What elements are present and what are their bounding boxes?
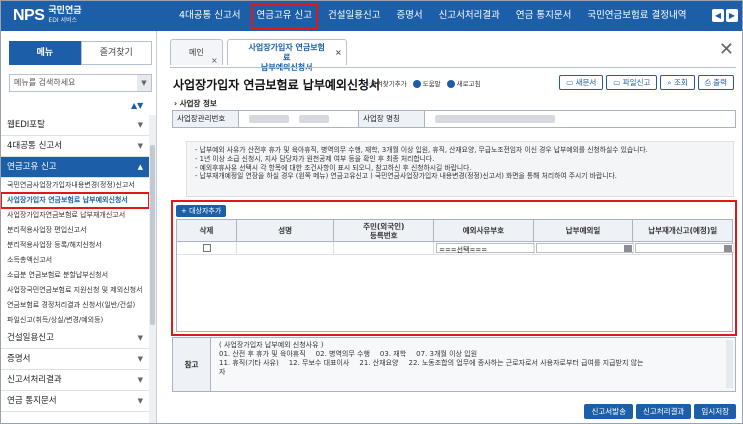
help-icon <box>412 80 421 88</box>
chevron-down-icon: ▼ <box>137 121 143 129</box>
expand-collapse-icon[interactable]: ▲▼ <box>131 101 143 110</box>
top-bar: NPS 국민연금 EDI 서비스 4대공통 신고서 연금고유 신고 건설일용신고… <box>1 1 742 31</box>
name-cell[interactable] <box>237 242 335 254</box>
sidebar-sub-item[interactable]: 분리적용사업장 등록/해지신청서 <box>1 238 149 253</box>
sidebar-item-pension-own[interactable]: 연금고유 신고 ▲ <box>1 157 149 178</box>
report-result-button[interactable]: 신고처리결과 <box>635 404 692 419</box>
print-button[interactable]: ⎙ 출력 <box>697 75 734 90</box>
nav-item-common[interactable]: 4대공통 신고서 <box>171 1 249 31</box>
subject-grid: 삭제 성명 주민(외국인) 등록번호 예외사유부호 납부예외일 납부재개신고(예정… <box>176 219 734 332</box>
nav-prev-icon[interactable]: ◀ <box>712 9 724 22</box>
sidebar-sub-item[interactable]: 소급분 연금보험료 분할납부신청서 <box>1 268 149 283</box>
col-id: 주민(외국인) 등록번호 <box>334 220 435 241</box>
reference-scrollbar[interactable] <box>726 340 733 388</box>
new-document-button[interactable]: ▭ 새문서 <box>559 75 604 90</box>
col-name: 성명 <box>237 220 335 241</box>
file-report-button[interactable]: ▭ 파일신고 <box>606 75 658 90</box>
app-window: NPS 국민연금 EDI 서비스 4대공통 신고서 연금고유 신고 건설일용신고… <box>0 0 743 424</box>
favorite-add-link[interactable]: ☆즐겨찾기추가 <box>365 78 407 88</box>
sidebar-item-certificate[interactable]: 증명서 ▼ <box>1 349 149 370</box>
label-mgmt-no: 사업장관리번호 <box>173 111 239 127</box>
sidebar: 메뉴 즐겨찾기 메뉴를 검색하세요 ▼ ▲▼ 웹EDI포탈 ▼ 4대공통 신고서 ▼… <box>1 31 157 423</box>
subject-grid-section: + 대상자추가 삭제 성명 주민(외국인) 등록번호 예외사유부호 납부예외일 납… <box>171 200 737 336</box>
send-report-button[interactable]: 신고서발송 <box>584 404 633 419</box>
logo-sub2: EDI 서비스 <box>48 17 78 24</box>
chevron-up-icon: ▲ <box>137 163 143 171</box>
temp-save-button[interactable]: 임시저장 <box>694 404 736 419</box>
col-reason: 예외사유부호 <box>434 220 534 241</box>
close-icon[interactable]: × <box>211 48 218 74</box>
workplace-info: 사업장관리번호 사업장 명칭 <box>172 110 736 128</box>
tab-menu[interactable]: 메뉴 <box>9 41 81 65</box>
col-delete: 삭제 <box>177 220 237 241</box>
sidebar-sub-item[interactable]: 사업장가입자연금보험료 납부재개신고서 <box>1 208 149 223</box>
tab-favorites[interactable]: 즐겨찾기 <box>80 41 152 65</box>
help-link[interactable]: 도움말 <box>412 78 441 88</box>
sidebar-item-result[interactable]: 신고서처리결과 ▼ <box>1 370 149 391</box>
sidebar-sub-item[interactable]: 파일신고(취득/상실/변경/예외등) <box>1 313 149 328</box>
logo-mark: NPS <box>13 7 45 24</box>
delete-checkbox[interactable] <box>203 244 211 252</box>
exception-date-input[interactable] <box>535 243 635 253</box>
reason-select[interactable]: ===선택=== <box>436 243 535 254</box>
label-workplace-name: 사업장 명칭 <box>359 111 425 127</box>
chevron-down-icon[interactable]: ▼ <box>137 75 151 91</box>
chevron-down-icon: ▼ <box>137 397 143 405</box>
menu-list: 웹EDI포탈 ▼ 4대공통 신고서 ▼ 연금고유 신고 ▲ 국민연금사업장가입자내용변… <box>1 115 150 412</box>
resume-date-input[interactable] <box>635 243 734 253</box>
refresh-link[interactable]: 새로고침 <box>446 78 481 88</box>
col-resume-date: 납부재개신고(예정)일 <box>648 226 718 235</box>
sidebar-item-common[interactable]: 4대공통 신고서 ▼ <box>1 136 149 157</box>
chevron-down-icon: ▼ <box>137 334 143 342</box>
main-content: 메인 × 사업장가입자 연금보험료 납부예외신청서 × ✕ 사업장가입자 연금보험… <box>158 31 742 423</box>
nav-item-construction[interactable]: 건설일용신고 <box>320 1 388 31</box>
value-workplace-name <box>425 111 735 127</box>
section-label: › 사업장 정보 <box>174 99 217 108</box>
nps-logo[interactable]: NPS 국민연금 EDI 서비스 <box>13 6 82 26</box>
reference-box: 참고 ( 사업장가입자 납부예외 신청사유 ) 01. 산전 후 휴가 및 육아… <box>172 337 736 392</box>
nav-item-notice[interactable]: 연금 통지문서 <box>508 1 579 31</box>
sidebar-item-construction[interactable]: 건설일용신고 ▼ <box>1 328 149 349</box>
value-mgmt-no <box>239 111 359 127</box>
top-nav: 4대공통 신고서 연금고유 신고 건설일용신고 증명서 신고서처리결과 연금 통… <box>171 1 695 31</box>
notice-box: - 납부예외 사유가 산전후 휴가 및 육아휴직, 병역의무 수행, 재학, 3… <box>186 141 734 197</box>
search-button[interactable]: ⌕ 조회 <box>660 75 695 90</box>
page-title: 사업장가입자 연금보험료 납부예외신청서 <box>173 78 381 92</box>
nav-item-pension-own[interactable]: 연금고유 신고 <box>249 1 320 31</box>
nav-next-icon[interactable]: ▶ <box>726 9 738 22</box>
nav-item-result[interactable]: 신고서처리결과 <box>431 1 508 31</box>
calendar-icon[interactable] <box>724 245 732 252</box>
sidebar-sub-item[interactable]: 사업장국민연금보험료 지원신청 및 제외신청서 <box>1 283 149 298</box>
close-icon[interactable]: ✕ <box>719 39 734 60</box>
sidebar-sub-item[interactable]: 국민연금사업장가입자내용변경(정정)신고서 <box>1 178 149 193</box>
close-icon[interactable]: × <box>335 48 342 58</box>
calendar-icon[interactable] <box>624 245 633 252</box>
tab-active-form[interactable]: 사업장가입자 연금보험료 납부예외신청서 × <box>226 39 347 72</box>
sidebar-item-notice[interactable]: 연금 통지문서 ▼ <box>1 391 149 412</box>
chevron-down-icon: ▼ <box>137 376 143 384</box>
col-exception-date: 납부예외일 <box>534 220 634 241</box>
nav-item-premium[interactable]: 국민연금보험료 결정내역 <box>579 1 694 31</box>
tab-main[interactable]: 메인 × <box>170 39 223 65</box>
chevron-down-icon: ▼ <box>137 142 143 150</box>
sidebar-sub-item[interactable]: 연금보험료 경정처리결과 신청서(일반/건설) <box>1 298 149 313</box>
menu-search-input[interactable]: 메뉴를 검색하세요 ▼ <box>9 74 152 92</box>
chevron-down-icon: ▼ <box>137 355 143 363</box>
sidebar-sub-item-selected[interactable]: 사업장가입자 연금보험료 납부예외신청서 <box>1 192 150 209</box>
reference-label: 참고 <box>173 338 211 391</box>
sidebar-item-webedi[interactable]: 웹EDI포탈 ▼ <box>1 115 149 136</box>
sidebar-sub-item[interactable]: 분리적용사업장 편입신고서 <box>1 223 149 238</box>
add-subject-button[interactable]: + 대상자추가 <box>176 205 227 217</box>
sidebar-sub-item[interactable]: 소득총액신고서 <box>1 253 149 268</box>
nav-item-certificate[interactable]: 증명서 <box>388 1 430 31</box>
sidebar-scrollbar[interactable] <box>149 115 156 423</box>
id-cell[interactable] <box>334 242 435 254</box>
table-row: ===선택=== <box>177 242 734 255</box>
reference-title: ( 사업장가입자 납부예외 신청사유 ) <box>219 341 324 349</box>
refresh-icon <box>446 80 455 88</box>
logo-sub1: 국민연금 <box>48 6 82 16</box>
